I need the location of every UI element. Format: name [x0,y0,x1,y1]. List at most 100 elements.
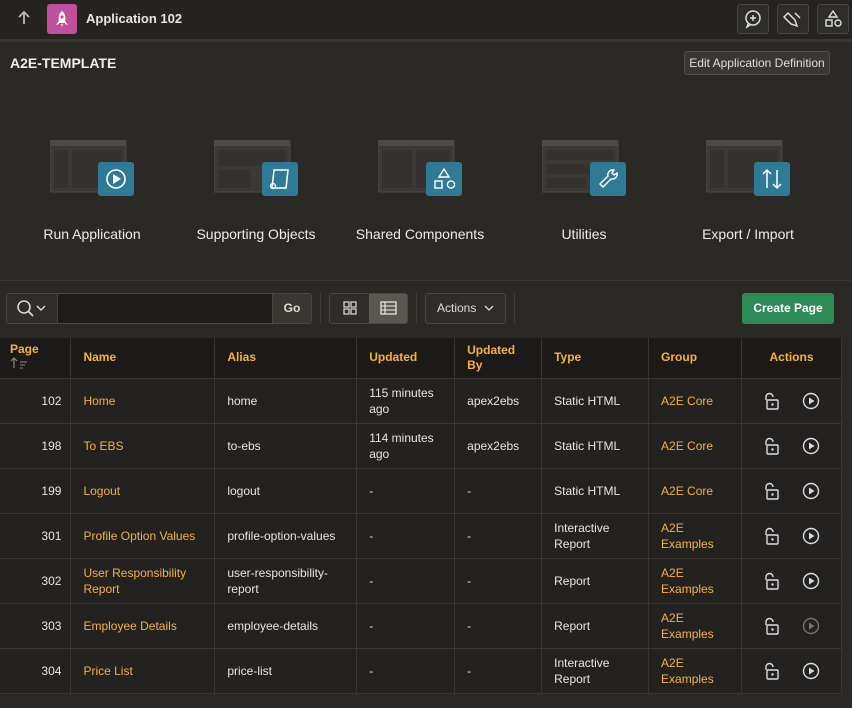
report-toolbar: Go Actions Create Page [0,281,852,337]
page-number: 301 [0,513,72,559]
page-type: Static HTML [541,423,650,469]
table-header-row: Page Name Alias Updated Updated By Type … [0,338,843,379]
col-header-actions: Actions [741,338,843,379]
page-name-link[interactable]: Employee Details [70,603,216,649]
run-page-icon[interactable] [802,617,820,635]
tile-export-import[interactable]: Export / Import [666,85,830,280]
app-title: Application 102 [86,11,183,26]
page-updated: - [356,513,456,559]
page-updated-by: - [454,648,543,694]
debug-button[interactable] [777,4,809,34]
tile-run-application[interactable]: Run Application [10,85,174,280]
page-group-link[interactable]: A2E Examples [648,558,742,604]
edit-application-definition-button[interactable]: Edit Application Definition [684,51,830,75]
scroll-icon [214,140,298,196]
toolbar-separator [514,293,515,324]
page-group-link[interactable]: A2E Core [648,378,742,424]
chat-plus-button[interactable] [737,4,769,34]
col-header-updated[interactable]: Updated [356,338,456,379]
page-number: 102 [0,378,72,424]
page-group-link[interactable]: A2E Examples [648,603,742,649]
row-actions [741,423,843,469]
page-updated: - [356,648,456,694]
run-page-icon[interactable] [802,392,820,410]
page-updated-by: apex2ebs [454,378,543,424]
view-toggle [329,293,408,324]
page-number: 303 [0,603,72,649]
tile-utilities[interactable]: Utilities [502,85,666,280]
run-page-icon[interactable] [802,572,820,590]
run-page-icon[interactable] [802,482,820,500]
page-alias: profile-option-values [214,513,358,559]
page-type: Report [541,558,650,604]
run-page-icon[interactable] [802,527,820,545]
run-page-icon[interactable] [802,662,820,680]
table-row[interactable]: 304 Price List price-list - - Interactive Rep… [0,648,843,694]
unlock-icon[interactable] [762,572,780,590]
page-name-link[interactable]: To EBS [70,423,216,469]
page-group-link[interactable]: A2E Core [648,423,742,469]
tile-label: Export / Import [702,226,794,242]
pages-table: Page Name Alias Updated Updated By Type … [0,338,843,694]
page-name-link[interactable]: Price List [70,648,216,694]
page-group-link[interactable]: A2E Core [648,468,742,514]
go-button[interactable]: Go [272,294,311,323]
tile-shared-components[interactable]: Shared Components [338,85,502,280]
unlock-icon[interactable] [762,617,780,635]
page-name-link[interactable]: Home [70,378,216,424]
table-row[interactable]: 199 Logout logout - - Static HTML A2E Core [0,468,843,514]
page-type: Report [541,603,650,649]
page-updated: - [356,603,456,649]
page-updated-by: apex2ebs [454,423,543,469]
icon-view-button[interactable] [330,294,369,323]
col-header-page[interactable]: Page [0,338,72,379]
search-icon [17,300,46,317]
page-type: Static HTML [541,468,650,514]
table-row[interactable]: 302 User Responsibility Report user-respon… [0,558,843,604]
col-header-type[interactable]: Type [541,338,650,379]
col-header-group[interactable]: Group [648,338,742,379]
row-actions [741,558,843,604]
right-gutter [842,338,852,708]
table-row[interactable]: 301 Profile Option Values profile-option-v… [0,513,843,559]
row-actions [741,603,843,649]
unlock-icon[interactable] [762,527,780,545]
search-input[interactable] [59,294,273,323]
page-name-link[interactable]: Logout [70,468,216,514]
table-row[interactable]: 303 Employee Details employee-details - - Rep… [0,603,843,649]
run-page-icon[interactable] [802,437,820,455]
col-header-updated-by[interactable]: Updated By [454,338,543,379]
page-type: Static HTML [541,378,650,424]
col-header-alias[interactable]: Alias [214,338,358,379]
toolbar-separator [320,293,321,324]
page-alias: logout [214,468,358,514]
actions-menu-button[interactable]: Actions [425,293,506,324]
col-header-name[interactable]: Name [70,338,216,379]
up-arrow-icon[interactable] [14,8,34,28]
shared-components-button[interactable] [817,4,849,34]
page-group-link[interactable]: A2E Examples [648,513,742,559]
search-bar: Go [6,293,312,324]
table-row[interactable]: 198 To EBS to-ebs 114 minutes ago apex2ebs St… [0,423,843,469]
row-actions [741,648,843,694]
search-column-selector[interactable] [7,294,58,323]
unlock-icon[interactable] [762,437,780,455]
report-view-button[interactable] [369,294,407,323]
unlock-icon[interactable] [762,662,780,680]
page-alias: home [214,378,358,424]
create-page-button[interactable]: Create Page [742,293,834,324]
row-actions [741,513,843,559]
top-bar: Application 102 [0,0,852,40]
app-rocket-icon [47,4,77,34]
page-updated: 114 minutes ago [356,423,456,469]
tile-supporting-objects[interactable]: Supporting Objects [174,85,338,280]
application-tiles: Run Application Supporting Objects Share… [0,85,852,280]
page-group-link[interactable]: A2E Examples [648,648,742,694]
table-row[interactable]: 102 Home home 115 minutes ago apex2ebs Static… [0,378,843,424]
toolbar-separator [416,293,417,324]
unlock-icon[interactable] [762,392,780,410]
page-updated-by: - [454,603,543,649]
page-name-link[interactable]: User Responsibility Report [70,558,216,604]
unlock-icon[interactable] [762,482,780,500]
page-name-link[interactable]: Profile Option Values [70,513,216,559]
